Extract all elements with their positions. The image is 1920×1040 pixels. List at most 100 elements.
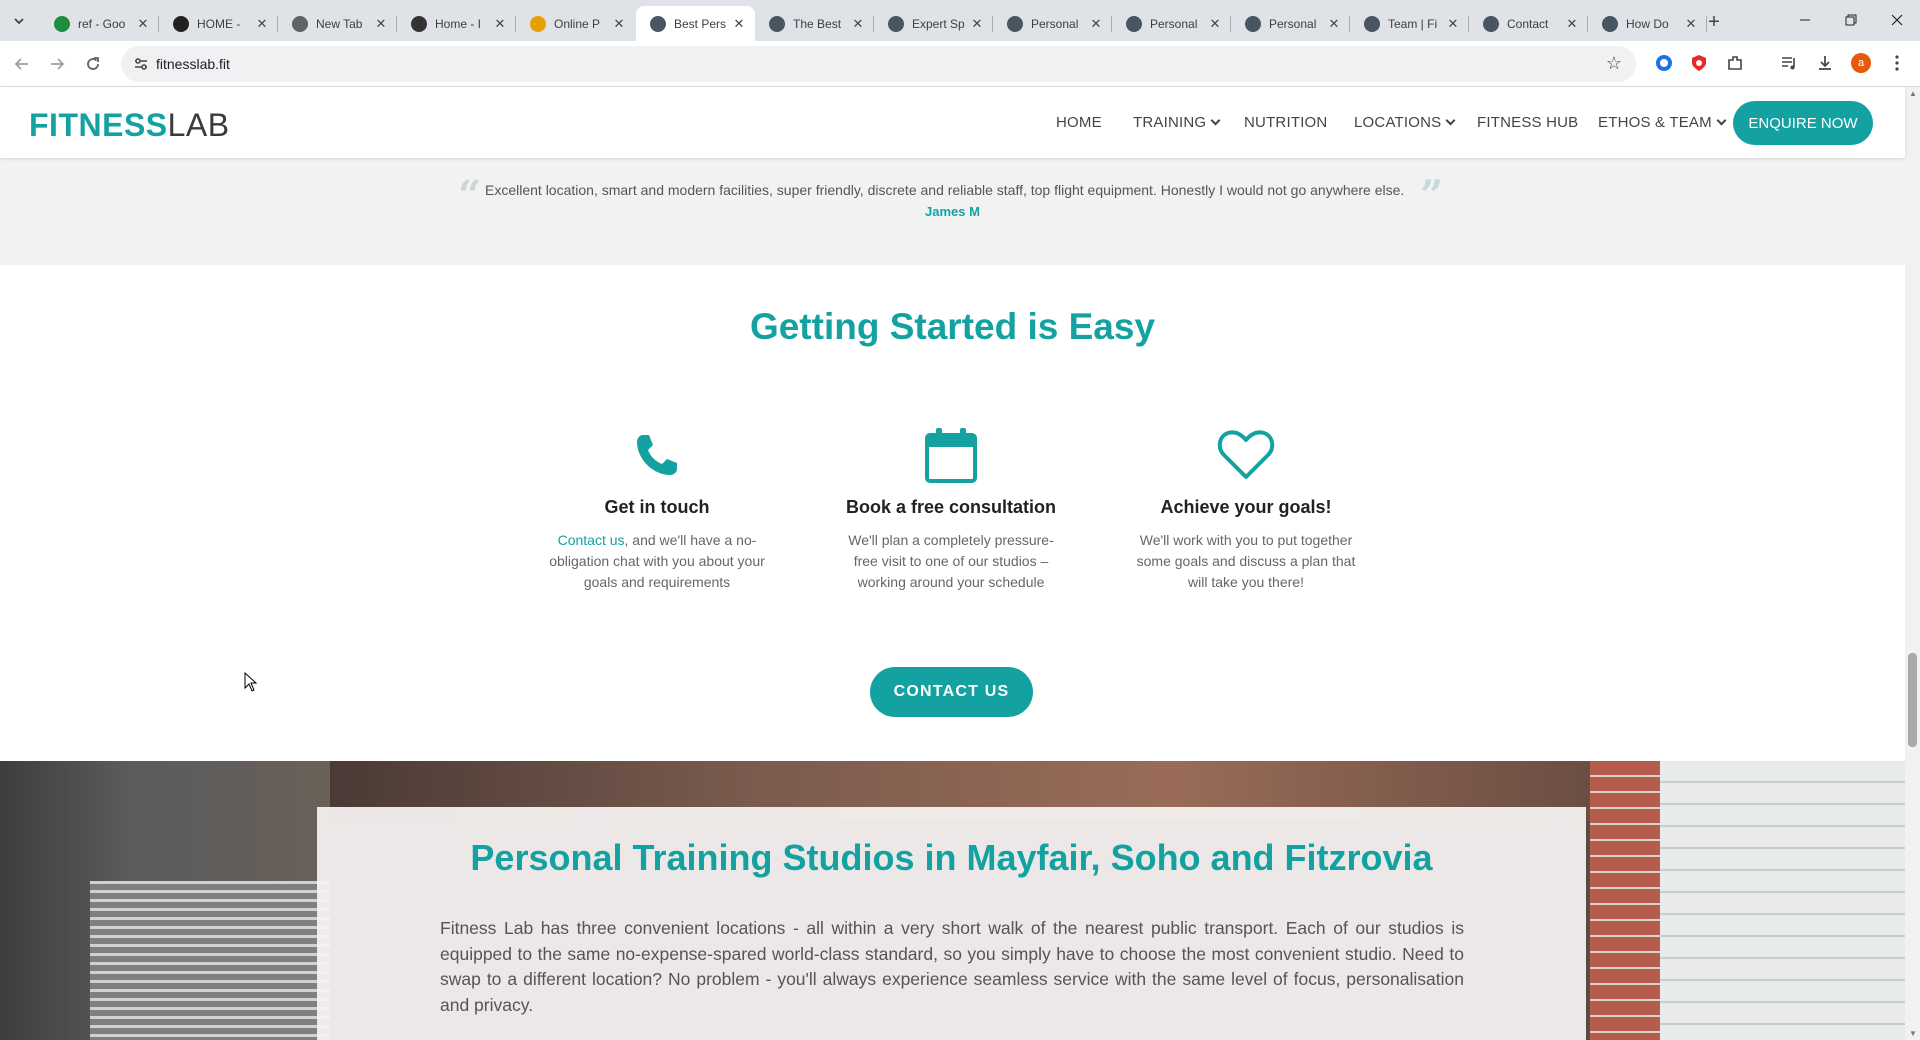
fitnesslab-icon xyxy=(888,15,904,32)
new-tab-button[interactable]: + xyxy=(1702,10,1726,34)
getting-started-title: Getting Started is Easy xyxy=(749,306,1156,347)
close-tab-icon[interactable]: ✕ xyxy=(611,16,627,32)
nav-item-home[interactable]: HOME xyxy=(1056,114,1102,131)
page-scrollbar[interactable]: ▲ ▼ xyxy=(1905,87,1920,1040)
step-description: We'll plan a completely pressure-free vi… xyxy=(848,532,1054,590)
browser-tab[interactable]: How Do ✕ xyxy=(1588,6,1707,41)
browser-tab[interactable]: Best Pers ✕ xyxy=(636,6,755,41)
close-tab-icon[interactable]: ✕ xyxy=(731,16,747,32)
trm-icon xyxy=(173,15,189,32)
close-window-button[interactable] xyxy=(1874,4,1920,36)
tab-title: ref - Goo xyxy=(78,16,126,31)
browser-tab[interactable]: Expert Sp ✕ xyxy=(874,6,993,41)
fitnesslab-icon xyxy=(1245,15,1261,32)
step-title: Achieve your goals! xyxy=(1160,497,1332,517)
nav-item-training[interactable]: TRAINING xyxy=(1133,114,1221,131)
minimize-button[interactable] xyxy=(1782,4,1828,36)
scrollbar-thumb[interactable] xyxy=(1908,653,1917,747)
browser-tab[interactable]: The Best ✕ xyxy=(755,6,874,41)
fitnesslab-logo[interactable]: FITNESSLAB xyxy=(29,107,230,144)
browser-menu-icon[interactable] xyxy=(1886,52,1908,74)
close-tab-icon[interactable]: ✕ xyxy=(254,16,270,32)
browser-tab[interactable]: Personal ✕ xyxy=(993,6,1112,41)
testimonial-author: James M xyxy=(925,204,980,219)
figure-icon xyxy=(530,15,546,32)
browser-tab[interactable]: ref - Goo ✕ xyxy=(40,6,159,41)
close-tab-icon[interactable]: ✕ xyxy=(1683,16,1699,32)
logo-bold-text: FITNESS xyxy=(29,107,168,143)
bookmark-star-icon[interactable]: ☆ xyxy=(1606,53,1622,74)
phone-icon xyxy=(547,425,767,485)
browser-tab[interactable]: Personal ✕ xyxy=(1231,6,1350,41)
close-tab-icon[interactable]: ✕ xyxy=(1326,16,1342,32)
tune-icon xyxy=(135,58,147,70)
forward-arrow-icon xyxy=(51,58,65,70)
chevron-down-icon xyxy=(14,18,24,25)
contact-us-button[interactable]: CONTACT US xyxy=(870,667,1033,717)
enquire-now-button[interactable]: ENQUIRE NOW xyxy=(1733,101,1873,145)
nav-item-fitness-hub[interactable]: FITNESS HUB xyxy=(1477,114,1578,131)
browser-tab[interactable]: Contact ✕ xyxy=(1469,6,1588,41)
close-tab-icon[interactable]: ✕ xyxy=(135,16,151,32)
studios-section: Personal Training Studios in Mayfair, So… xyxy=(0,761,1905,1040)
close-tab-icon[interactable]: ✕ xyxy=(1445,16,1461,32)
nav-item-label: NUTRITION xyxy=(1244,114,1328,131)
browser-tab-strip: ref - Goo ✕ HOME - ✕ New Tab ✕ Home - I ✕ Online… xyxy=(0,0,1920,41)
sheets-icon xyxy=(54,15,70,32)
close-tab-icon[interactable]: ✕ xyxy=(1207,16,1223,32)
testimonial-quote: Excellent location, smart and modern fac… xyxy=(485,182,1405,198)
site-icon xyxy=(411,15,427,32)
step-achieve-goals: Achieve your goals! We'll work with you … xyxy=(1136,425,1356,593)
studios-text: Fitness Lab has three convenient locatio… xyxy=(440,918,1464,1015)
tab-title: Home - I xyxy=(435,16,482,31)
extension-globe-icon[interactable] xyxy=(1653,52,1675,74)
back-arrow-icon xyxy=(14,58,28,70)
reload-icon xyxy=(87,57,99,70)
fitnesslab-icon xyxy=(1126,15,1142,32)
browser-tab[interactable]: Online P ✕ xyxy=(516,6,635,41)
contact-us-link[interactable]: Contact us xyxy=(558,532,625,548)
extension-shield-icon[interactable] xyxy=(1688,52,1710,74)
close-tab-icon[interactable]: ✕ xyxy=(1564,16,1580,32)
nav-item-nutrition[interactable]: NUTRITION xyxy=(1244,114,1327,131)
tab-title: Personal xyxy=(1269,16,1317,31)
browser-tab[interactable]: Personal ✕ xyxy=(1112,6,1231,41)
downloads-icon[interactable] xyxy=(1814,52,1836,74)
url-text[interactable]: fitnesslab.fit xyxy=(156,56,230,72)
browser-tab[interactable]: Team | Fi ✕ xyxy=(1350,6,1469,41)
studios-title: Personal Training Studios in Mayfair, So… xyxy=(470,837,1433,878)
scroll-up-arrow-icon[interactable]: ▲ xyxy=(1909,89,1917,98)
step-get-in-touch: Get in touch Contact us, and we'll have … xyxy=(547,425,767,593)
close-tab-icon[interactable]: ✕ xyxy=(1088,16,1104,32)
tab-title: Team | Fi xyxy=(1388,16,1438,31)
reload-button[interactable] xyxy=(79,50,107,78)
tab-title: Contact xyxy=(1507,16,1549,31)
browser-tab[interactable]: New Tab ✕ xyxy=(278,6,397,41)
chevron-down-icon xyxy=(1445,115,1456,126)
browser-tab[interactable]: Home - I ✕ xyxy=(397,6,516,41)
restore-button[interactable] xyxy=(1828,4,1874,36)
close-icon xyxy=(1891,14,1903,26)
scroll-down-arrow-icon[interactable]: ▼ xyxy=(1909,1029,1917,1038)
extensions-puzzle-icon[interactable] xyxy=(1724,52,1746,74)
tab-title: How Do xyxy=(1626,16,1669,31)
forward-button[interactable] xyxy=(43,50,71,78)
nav-item-locations[interactable]: LOCATIONS xyxy=(1354,114,1456,131)
profile-avatar[interactable]: a xyxy=(1850,52,1872,74)
testimonial-section: “ Excellent location, smart and modern f… xyxy=(0,158,1905,265)
heart-icon xyxy=(1136,425,1356,485)
close-tab-icon[interactable]: ✕ xyxy=(850,16,866,32)
back-button[interactable] xyxy=(8,50,36,78)
close-tab-icon[interactable]: ✕ xyxy=(373,16,389,32)
fitnesslab-icon xyxy=(769,15,785,32)
tab-title: Personal xyxy=(1031,16,1079,31)
close-tab-icon[interactable]: ✕ xyxy=(969,16,985,32)
step-title: Get in touch xyxy=(604,497,710,517)
media-controls-icon[interactable] xyxy=(1778,52,1800,74)
address-bar[interactable]: fitnesslab.fit ☆ xyxy=(121,46,1636,82)
tab-search-button[interactable] xyxy=(8,10,30,32)
nav-item-ethos-team[interactable]: ETHOS & TEAM xyxy=(1598,114,1727,131)
close-tab-icon[interactable]: ✕ xyxy=(492,16,508,32)
site-info-button[interactable] xyxy=(132,55,150,73)
browser-tab[interactable]: HOME - ✕ xyxy=(159,6,278,41)
